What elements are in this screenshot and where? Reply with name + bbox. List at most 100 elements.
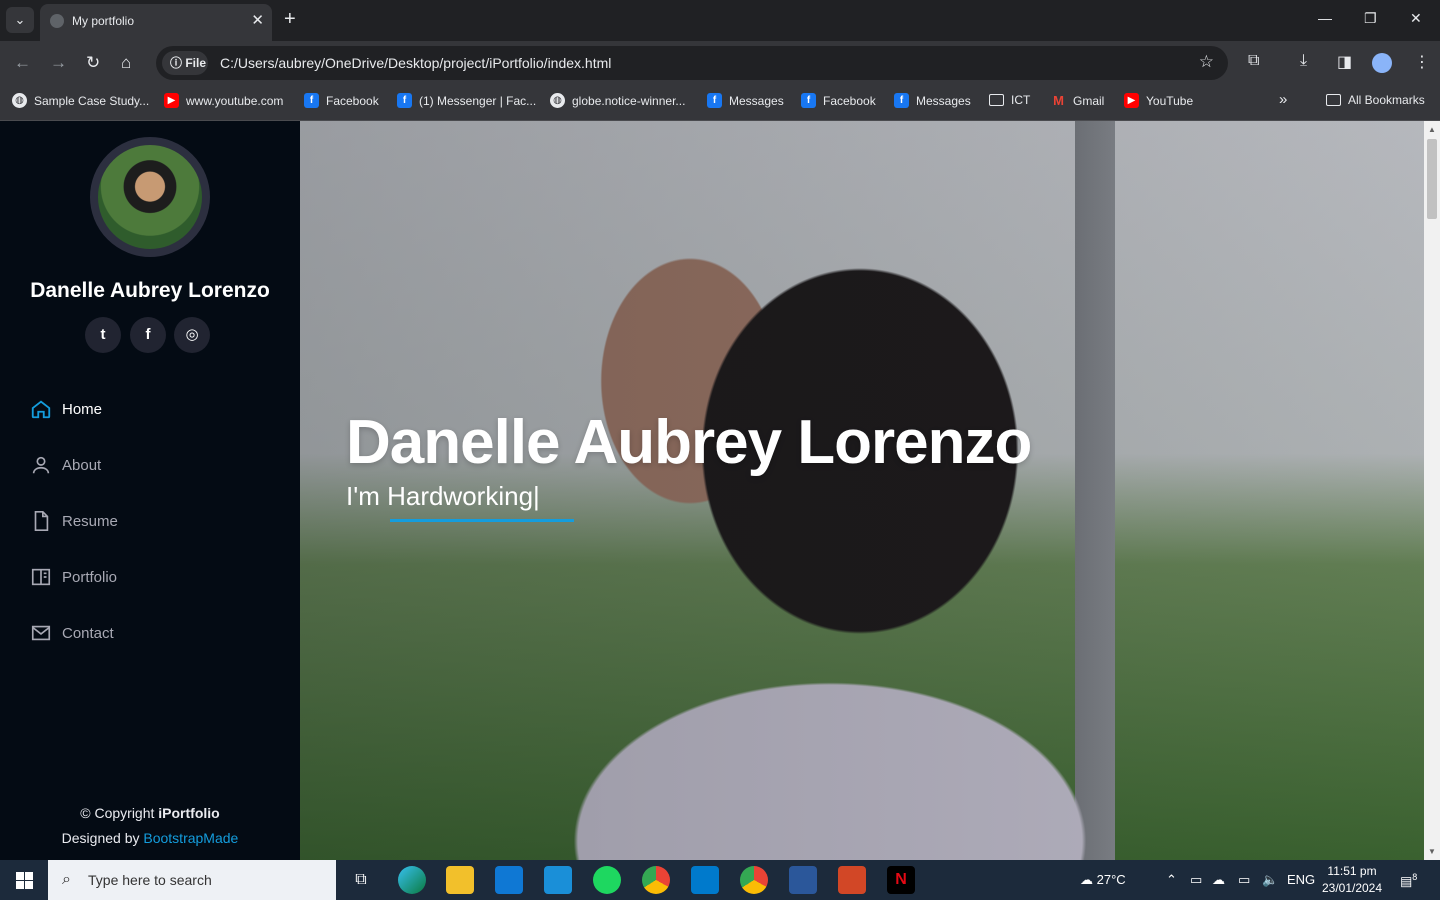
bookmark-item[interactable]: ▶ YouTube [1124, 93, 1193, 108]
task-view-icon[interactable]: ⧉ [347, 866, 375, 894]
bookmark-label: www.youtube.com [186, 93, 284, 108]
person-icon [30, 454, 52, 476]
window-close-icon[interactable]: ✕ [1410, 10, 1422, 27]
facebook-icon: f [801, 93, 816, 108]
netflix-icon[interactable]: N [887, 866, 915, 894]
download-icon[interactable]: ⤓ [1300, 52, 1307, 70]
profile-avatar[interactable] [1372, 53, 1392, 73]
address-bar[interactable]: ⓘ File C:/Users/aubrey/OneDrive/Desktop/… [156, 46, 1228, 80]
chrome-profile-icon[interactable] [740, 866, 768, 894]
page-scrollbar[interactable]: ▲ ▼ [1424, 121, 1440, 860]
typed-underline [390, 519, 574, 522]
windows-taskbar: ⌕ Type here to search ⧉ N ☁ 27°C ⌃ ▭ ☁ ▭… [0, 860, 1440, 900]
mail-icon[interactable] [544, 866, 572, 894]
restore-icon[interactable]: ❐ [1364, 10, 1377, 27]
extensions-icon[interactable]: ⧉ [1248, 52, 1259, 70]
bookmark-label: Facebook [326, 93, 379, 108]
more-bookmarks-chevron-icon[interactable]: » [1279, 91, 1287, 108]
file-explorer-icon[interactable] [446, 866, 474, 894]
word-icon[interactable] [789, 866, 817, 894]
bookmark-label: (1) Messenger | Fac... [419, 93, 537, 108]
bookmark-label: ICT [1011, 93, 1031, 107]
scroll-up-icon[interactable]: ▲ [1428, 125, 1436, 134]
taskbar-search-box[interactable]: ⌕ Type here to search [48, 860, 336, 900]
powerpoint-icon[interactable] [838, 866, 866, 894]
profile-name: Danelle Aubrey Lorenzo [30, 279, 270, 302]
notification-center-icon[interactable]: ▤8 [1400, 872, 1417, 889]
facebook-icon[interactable]: f [130, 317, 166, 353]
bookmark-label: globe.notice-winner... [572, 93, 686, 108]
new-tab-button[interactable]: + [284, 8, 296, 30]
meet-icon[interactable]: ▭ [1190, 872, 1202, 888]
minimize-icon[interactable]: — [1318, 10, 1332, 26]
nav-item-resume[interactable]: Resume [30, 501, 270, 541]
notification-count-badge: 8 [1412, 872, 1418, 882]
browser-toolbar: ← → ↻ ⌂ ⓘ File C:/Users/aubrey/OneDrive/… [0, 41, 1440, 85]
instagram-icon[interactable]: ◎ [174, 317, 210, 353]
youtube-icon: ▶ [1124, 93, 1139, 108]
spotify-icon[interactable] [593, 866, 621, 894]
gmail-icon: M [1053, 93, 1064, 108]
nav-item-contact[interactable]: Contact [30, 613, 270, 653]
copyright-brand: iPortfolio [158, 805, 220, 821]
bookmark-label: Sample Case Study... [34, 93, 150, 108]
bookmark-star-icon[interactable]: ☆ [1199, 52, 1214, 72]
weather-widget[interactable]: ☁ 27°C [1080, 872, 1126, 888]
bookmark-label: Messages [729, 93, 784, 108]
tray-chevron-icon[interactable]: ⌃ [1166, 872, 1177, 888]
bookmark-label: Facebook [823, 93, 876, 108]
hero-title: Danelle Aubrey Lorenzo [346, 408, 1032, 477]
microsoft-store-icon[interactable] [495, 866, 523, 894]
bookmarks-bar: ◍ Sample Case Study... ▶ www.youtube.com f… [0, 85, 1440, 121]
browser-tab-strip: ⌄ My portfolio ✕ + — ❐ ✕ [0, 0, 1440, 41]
facebook-icon: f [304, 93, 319, 108]
onedrive-icon[interactable]: ☁ [1212, 872, 1225, 888]
clock-time: 11:51 pm [1327, 864, 1377, 878]
bookmark-label: Messages [916, 93, 971, 108]
bookmark-item[interactable]: ◍ globe.notice-winner... [550, 93, 685, 108]
bookmark-item[interactable]: f (1) Messenger | Fac... [397, 93, 536, 108]
tab-search-button[interactable]: ⌄ [6, 7, 34, 33]
vscode-icon[interactable] [691, 866, 719, 894]
edge-icon[interactable] [398, 866, 426, 894]
bookmark-item[interactable]: ▶ www.youtube.com [164, 93, 283, 108]
reload-icon[interactable]: ↻ [86, 53, 100, 73]
nav-item-portfolio[interactable]: Portfolio [30, 557, 270, 597]
nav-item-home[interactable]: Home [30, 389, 270, 429]
twitter-icon[interactable]: t [85, 317, 121, 353]
scroll-down-icon[interactable]: ▼ [1428, 847, 1436, 856]
browser-tab[interactable]: My portfolio ✕ [40, 4, 272, 41]
url-text[interactable]: C:/Users/aubrey/OneDrive/Desktop/project… [220, 55, 611, 71]
subtitle-prefix: I'm [346, 481, 388, 511]
search-icon: ⌕ [62, 871, 71, 888]
network-icon[interactable]: ▭ [1238, 872, 1250, 888]
bookmark-item[interactable]: f Messages [707, 93, 784, 108]
all-bookmarks-label: All Bookmarks [1348, 93, 1425, 107]
side-panel-icon[interactable]: ◨ [1337, 52, 1352, 72]
book-icon [30, 566, 52, 588]
file-icon [30, 510, 52, 532]
nav-item-about[interactable]: About [30, 445, 270, 485]
back-icon[interactable]: ← [14, 53, 31, 73]
tab-close-icon[interactable]: ✕ [251, 11, 264, 29]
file-info-chip[interactable]: ⓘ File [162, 51, 208, 75]
home-browser-icon[interactable]: ⌂ [121, 53, 131, 73]
typed-text: Hardworking| [387, 481, 540, 511]
bookmark-item[interactable]: ◍ Sample Case Study... [12, 93, 149, 108]
menu-kebab-icon[interactable]: ⋮ [1414, 52, 1430, 72]
scrollbar-thumb[interactable] [1427, 139, 1437, 219]
tab-favicon-icon [50, 14, 64, 28]
windows-start-icon[interactable] [16, 872, 33, 889]
chrome-icon[interactable] [642, 866, 670, 894]
bookmark-item[interactable]: f Facebook [801, 93, 876, 108]
volume-icon[interactable]: 🔈 [1262, 872, 1278, 888]
bookmark-item[interactable]: M Gmail [1051, 93, 1104, 108]
all-bookmarks-button[interactable]: All Bookmarks [1326, 93, 1425, 107]
sidebar-footer: © Copyright iPortfolio Designed by Boots… [0, 801, 300, 851]
designer-link[interactable]: BootstrapMade [143, 830, 238, 846]
forward-icon[interactable]: → [50, 53, 67, 73]
bookmark-folder[interactable]: ICT [989, 93, 1030, 107]
bookmark-item[interactable]: f Messages [894, 93, 971, 108]
bookmark-item[interactable]: f Facebook [304, 93, 379, 108]
system-clock[interactable]: 11:51 pm 23/01/2024 [1310, 863, 1394, 897]
